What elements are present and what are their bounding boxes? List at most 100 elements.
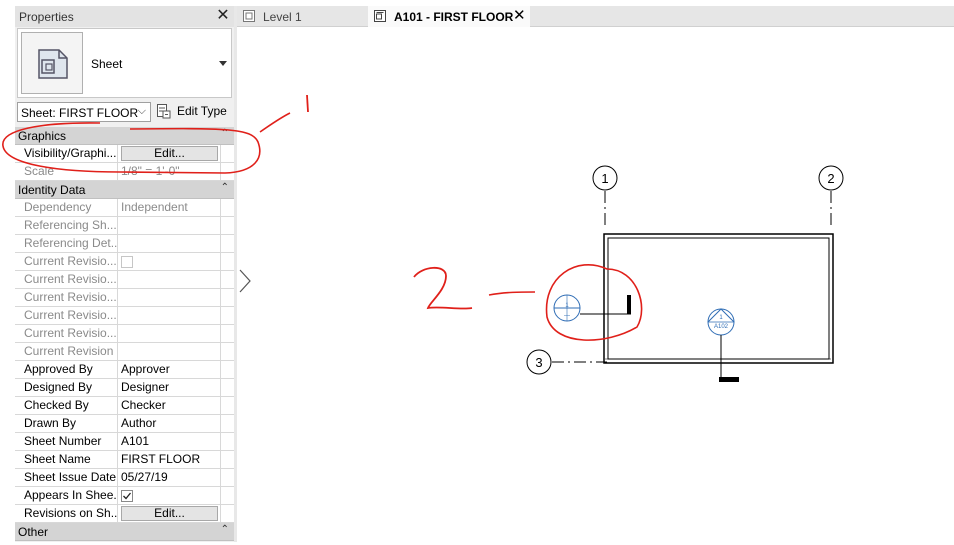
row-value (119, 235, 219, 252)
row-label: Current Revisio... (15, 253, 118, 270)
grid-line-2[interactable]: 2 (818, 165, 844, 225)
row-gutter (220, 325, 234, 342)
close-icon[interactable]: ✕ (215, 8, 231, 24)
category-label: Other (18, 525, 49, 539)
row-scale: Scale 1/8" = 1'-0" (15, 163, 234, 181)
row-value (119, 217, 219, 234)
row-referencing-sheet: Referencing Sh... (15, 217, 234, 235)
row-designed-by[interactable]: Designed By Designer (15, 379, 234, 397)
sheet-number-field[interactable]: A101 (119, 433, 219, 450)
row-label: Referencing Det... (15, 235, 118, 252)
close-tab-icon[interactable]: ✕ (513, 8, 526, 24)
chevron-down-icon: ⌵ (137, 105, 146, 117)
sheet-type-icon (21, 32, 83, 94)
row-label: Current Revisio... (15, 289, 118, 306)
row-visibility-graphics: Visibility/Graphi... Edit... (15, 145, 234, 163)
edit-type-icon (157, 104, 171, 119)
tab-level-1[interactable]: Level 1 (237, 6, 367, 27)
row-gutter (220, 253, 234, 270)
appears-in-sheet-list-checkbox[interactable] (121, 490, 133, 502)
row-gutter (220, 289, 234, 306)
sheet-view-icon (374, 10, 386, 22)
row-drawn-by[interactable]: Drawn By Author (15, 415, 234, 433)
tab-label: Level 1 (263, 10, 302, 24)
row-label: Drawn By (15, 415, 118, 432)
row-label: Appears In Shee... (15, 487, 118, 504)
current-revision-checkbox (121, 256, 133, 268)
category-identity-data[interactable]: Identity Data ⌃ (15, 181, 234, 199)
properties-grid: Graphics ⌃ Visibility/Graphi... Edit... … (15, 127, 234, 541)
building-walls[interactable] (603, 233, 834, 364)
row-sheet-number[interactable]: Sheet Number A101 (15, 433, 234, 451)
row-value: Independent (121, 200, 188, 214)
row-label: Visibility/Graphi... (15, 145, 118, 162)
row-gutter (220, 397, 234, 414)
category-label: Graphics (18, 129, 67, 143)
row-label: Current Revisio... (15, 271, 118, 288)
row-label: Scale (15, 163, 118, 180)
row-label: Current Revisio... (15, 307, 118, 324)
collapse-icon[interactable]: ⌃ (221, 524, 229, 535)
row-value (119, 307, 219, 324)
row-gutter (220, 415, 234, 432)
row-dependency: Dependency Independent (15, 199, 234, 217)
instance-filter-value: Sheet: FIRST FLOOR (21, 106, 139, 120)
category-other[interactable]: Other ⌃ (15, 523, 234, 541)
elevation-sheet: A102 (714, 324, 729, 330)
row-sheet-issue-date[interactable]: Sheet Issue Date 05/27/19 (15, 469, 234, 487)
row-gutter (220, 235, 234, 252)
elevation-marker[interactable]: 1 A102 (707, 308, 739, 382)
dropdown-arrow-icon[interactable] (219, 61, 227, 66)
row-value (119, 271, 219, 288)
grid-bubble-label: 3 (535, 355, 542, 370)
row-gutter (220, 361, 234, 378)
category-graphics[interactable]: Graphics ⌃ (15, 127, 234, 145)
tab-label: A101 - FIRST FLOOR (394, 10, 514, 24)
row-label: Referencing Sh... (15, 217, 118, 234)
row-value (119, 325, 219, 342)
row-gutter (220, 271, 234, 288)
row-current-revision: Current Revision (15, 343, 234, 361)
instance-filter-dropdown[interactable]: Sheet: FIRST FLOOR ⌵ (17, 102, 151, 122)
type-selector[interactable]: Sheet (17, 28, 232, 98)
row-gutter (220, 451, 234, 468)
visibility-edit-button[interactable]: Edit... (121, 146, 218, 161)
row-label: Dependency (15, 199, 118, 216)
grid-line-1[interactable]: 1 (592, 165, 618, 225)
collapse-icon[interactable]: ⌃ (221, 182, 229, 193)
properties-title-bar[interactable]: Properties ✕ (15, 6, 234, 27)
edit-type-button[interactable]: Edit Type (155, 102, 233, 122)
revisions-edit-button[interactable]: Edit... (121, 506, 218, 521)
category-label: Identity Data (18, 183, 86, 197)
checked-by-field[interactable]: Checker (119, 397, 219, 414)
row-sheet-name[interactable]: Sheet Name FIRST FLOOR (15, 451, 234, 469)
sheet-name-field[interactable]: FIRST FLOOR (119, 451, 219, 468)
collapse-icon[interactable]: ⌃ (221, 128, 229, 139)
row-gutter (220, 469, 234, 486)
floor-plan-view-icon (243, 10, 255, 22)
row-gutter (220, 163, 234, 180)
row-current-revision: Current Revisio... (15, 325, 234, 343)
row-gutter (220, 199, 234, 216)
row-current-revision: Current Revisio... (15, 307, 234, 325)
row-checked-by[interactable]: Checked By Checker (15, 397, 234, 415)
sheet-canvas[interactable]: 1 2 3 1 — 1 A102 (237, 27, 954, 542)
properties-title: Properties (19, 10, 74, 24)
properties-palette: Properties ✕ Sheet Sheet: FIRST FLOOR ⌵ (15, 6, 234, 542)
section-sheet: — (564, 313, 570, 319)
section-marker[interactable]: 1 — (553, 294, 631, 322)
tab-a101-first-floor[interactable]: A101 - FIRST FLOOR ✕ (368, 6, 530, 27)
designed-by-field[interactable]: Designer (119, 379, 219, 396)
instance-row: Sheet: FIRST FLOOR ⌵ Edit Type (15, 100, 234, 126)
approved-by-field[interactable]: Approver (119, 361, 219, 378)
row-label: Current Revisio... (15, 325, 118, 342)
row-label: Revisions on Sh... (15, 505, 118, 522)
row-label: Approved By (15, 361, 118, 378)
row-gutter (220, 343, 234, 360)
row-label: Sheet Issue Date (15, 469, 118, 486)
sheet-issue-date-field[interactable]: 05/27/19 (119, 469, 219, 486)
row-referencing-detail: Referencing Det... (15, 235, 234, 253)
drawn-by-field[interactable]: Author (119, 415, 219, 432)
grid-line-3[interactable]: 3 (526, 349, 607, 375)
row-approved-by[interactable]: Approved By Approver (15, 361, 234, 379)
